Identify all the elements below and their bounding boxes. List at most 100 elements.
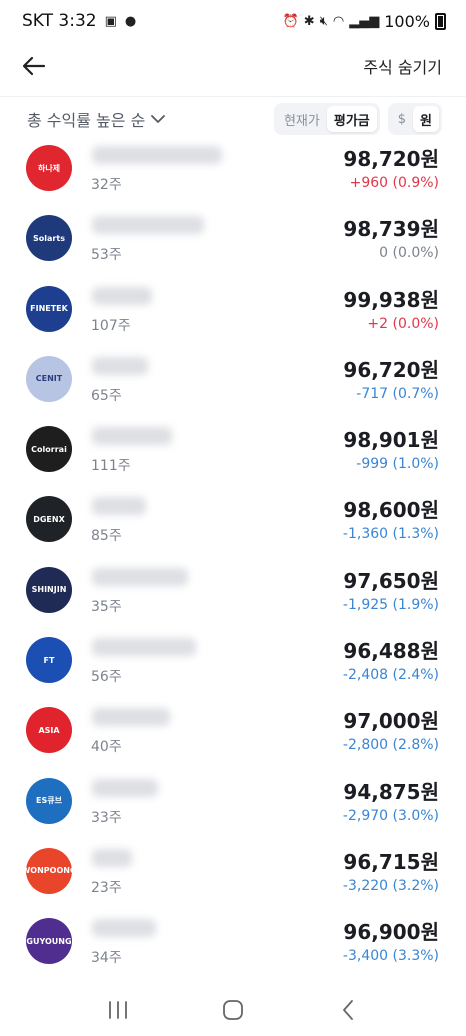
company-logo: FT	[26, 637, 72, 684]
stock-name-blurred	[92, 356, 148, 375]
share-count: 35주	[91, 598, 122, 615]
stock-name-blurred	[92, 848, 132, 867]
profit-change: -2,408 (2.4%)	[342, 667, 439, 684]
company-logo: WONPOONG	[26, 847, 72, 894]
stock-row[interactable]: Colorrai 111주 98,901원 -999 (1.0%)	[0, 422, 466, 492]
mute-icon: 🔇︎	[319, 13, 328, 29]
toggle-valuation[interactable]: 평가금	[326, 106, 377, 132]
recent-apps-icon	[108, 1001, 127, 1019]
stock-row[interactable]: FT 56주 96,488원 -2,408 (2.4%)	[0, 633, 466, 703]
price-mode-toggle: 현재가 평가금	[273, 103, 380, 135]
home-button[interactable]	[213, 990, 253, 1030]
valuation-amount: 96,488원	[343, 639, 439, 664]
stock-row[interactable]: DGENX 85주 98,600원 -1,360 (1.3%)	[0, 492, 466, 562]
share-count: 107주	[91, 317, 131, 334]
profit-change: -1,360 (1.3%)	[342, 526, 439, 543]
toggle-group: 현재가 평가금 $ 원	[273, 103, 442, 135]
stock-name-blurred	[92, 567, 188, 586]
stock-name-blurred	[92, 286, 152, 305]
share-count: 111주	[91, 458, 131, 475]
stock-row[interactable]: FINETEK 107주 99,938원 +2 (0.0%)	[0, 282, 466, 352]
valuation-amount: 96,715원	[343, 849, 439, 874]
sort-label: 총 수익률 높은 순	[27, 111, 146, 130]
system-nav-bar	[0, 984, 466, 1036]
share-count: 65주	[91, 387, 122, 404]
home-icon	[223, 1000, 243, 1020]
carrier-time: SKT 3:32	[22, 11, 97, 31]
share-count: 53주	[91, 247, 122, 264]
valuation-amount: 98,720원	[343, 147, 439, 171]
share-count: 23주	[91, 879, 122, 896]
profit-change: +2 (0.0%)	[367, 315, 439, 332]
valuation-amount: 99,938원	[343, 287, 439, 312]
company-logo: FINETEK	[26, 285, 72, 332]
profit-change: -3,400 (3.3%)	[342, 948, 439, 965]
valuation-amount: 97,650원	[343, 568, 439, 593]
stock-name-blurred	[92, 919, 156, 938]
back-arrow-icon	[22, 56, 46, 76]
status-right: ⏰ ✱ 🔇︎ ◠ ▂▄▆ 100%	[283, 12, 446, 31]
company-logo: ES큐브	[26, 777, 72, 824]
chat-icon: ●	[124, 13, 137, 29]
stock-list: 하나제 32주 98,720원 +960 (0.9%) Solarts 53주 98,739…	[0, 141, 466, 985]
share-count: 32주	[91, 177, 122, 193]
status-bar: SKT 3:32 ▣ ● ⏰ ✱ 🔇︎ ◠ ▂▄▆ 100%	[0, 0, 466, 42]
company-logo: ASIA	[26, 707, 72, 754]
profit-change: -2,800 (2.8%)	[342, 737, 439, 754]
stock-row[interactable]: ASIA 40주 97,000원 -2,800 (2.8%)	[0, 703, 466, 773]
chevron-down-icon	[151, 114, 166, 123]
alarm-icon: ⏰	[282, 13, 299, 29]
share-count: 56주	[91, 669, 122, 686]
profit-change: -717 (0.7%)	[356, 385, 439, 402]
company-logo: SHINJIN	[26, 566, 72, 613]
stock-row[interactable]: 하나제 32주 98,720원 +960 (0.9%)	[0, 141, 466, 211]
stock-row[interactable]: Solarts 53주 98,739원 0 (0.0%)	[0, 211, 466, 281]
sort-dropdown[interactable]: 총 수익률 높은 순	[27, 107, 166, 131]
stock-name-blurred	[92, 146, 222, 164]
hide-stocks-button[interactable]: 주식 숨기기	[363, 54, 442, 78]
stock-row[interactable]: CENIT 65주 96,720원 -717 (0.7%)	[0, 352, 466, 422]
company-logo: Colorrai	[26, 426, 72, 473]
top-bar: 주식 숨기기	[0, 42, 466, 90]
profit-change: -999 (1.0%)	[356, 456, 439, 473]
back-nav-button[interactable]	[328, 990, 368, 1030]
currency-toggle: $ 원	[387, 103, 442, 135]
stock-name-blurred	[92, 638, 196, 657]
profit-change: -3,220 (3.2%)	[342, 877, 439, 894]
company-logo: GUYOUNG	[26, 918, 72, 965]
signal-icon: ▂▄▆	[349, 13, 380, 29]
profit-change: 0 (0.0%)	[379, 245, 439, 262]
valuation-amount: 98,600원	[343, 498, 439, 523]
battery-level: 100%	[384, 11, 430, 31]
back-button[interactable]	[20, 52, 48, 80]
stock-row[interactable]: WONPOONG 23주 96,715원 -3,220 (3.2%)	[0, 844, 466, 914]
bluetooth-icon: ✱	[303, 13, 315, 29]
company-logo: CENIT	[26, 355, 72, 402]
header-divider	[0, 96, 466, 97]
toggle-won[interactable]: 원	[413, 106, 439, 132]
share-count: 85주	[91, 528, 122, 545]
valuation-amount: 94,875원	[343, 779, 439, 804]
stock-name-blurred	[92, 497, 146, 516]
filter-row: 총 수익률 높은 순 현재가 평가금 $ 원	[0, 100, 466, 138]
stock-name-blurred	[92, 778, 158, 797]
wifi-icon: ◠	[332, 13, 345, 29]
battery-icon	[435, 12, 446, 30]
toggle-current-price[interactable]: 현재가	[277, 106, 327, 132]
stock-row[interactable]: SHINJIN 35주 97,650원 -1,925 (1.9%)	[0, 563, 466, 633]
share-count: 34주	[91, 950, 122, 967]
company-logo: Solarts	[26, 215, 72, 262]
stock-row[interactable]: ES큐브 33주 94,875원 -2,970 (3.0%)	[0, 774, 466, 844]
profit-change: +960 (0.9%)	[349, 175, 439, 191]
stock-name-blurred	[92, 216, 204, 235]
profit-change: -1,925 (1.9%)	[342, 596, 439, 613]
valuation-amount: 98,901원	[343, 428, 439, 453]
back-nav-icon	[343, 1000, 354, 1020]
company-logo: DGENX	[26, 496, 72, 543]
valuation-amount: 96,720원	[343, 357, 439, 382]
stock-row[interactable]: GUYOUNG 34주 96,900원 -3,400 (3.3%)	[0, 914, 466, 984]
valuation-amount: 97,000원	[343, 709, 439, 734]
recent-apps-button[interactable]	[98, 990, 138, 1030]
toggle-dollar[interactable]: $	[391, 106, 413, 132]
status-left: SKT 3:32 ▣ ●	[22, 11, 136, 31]
